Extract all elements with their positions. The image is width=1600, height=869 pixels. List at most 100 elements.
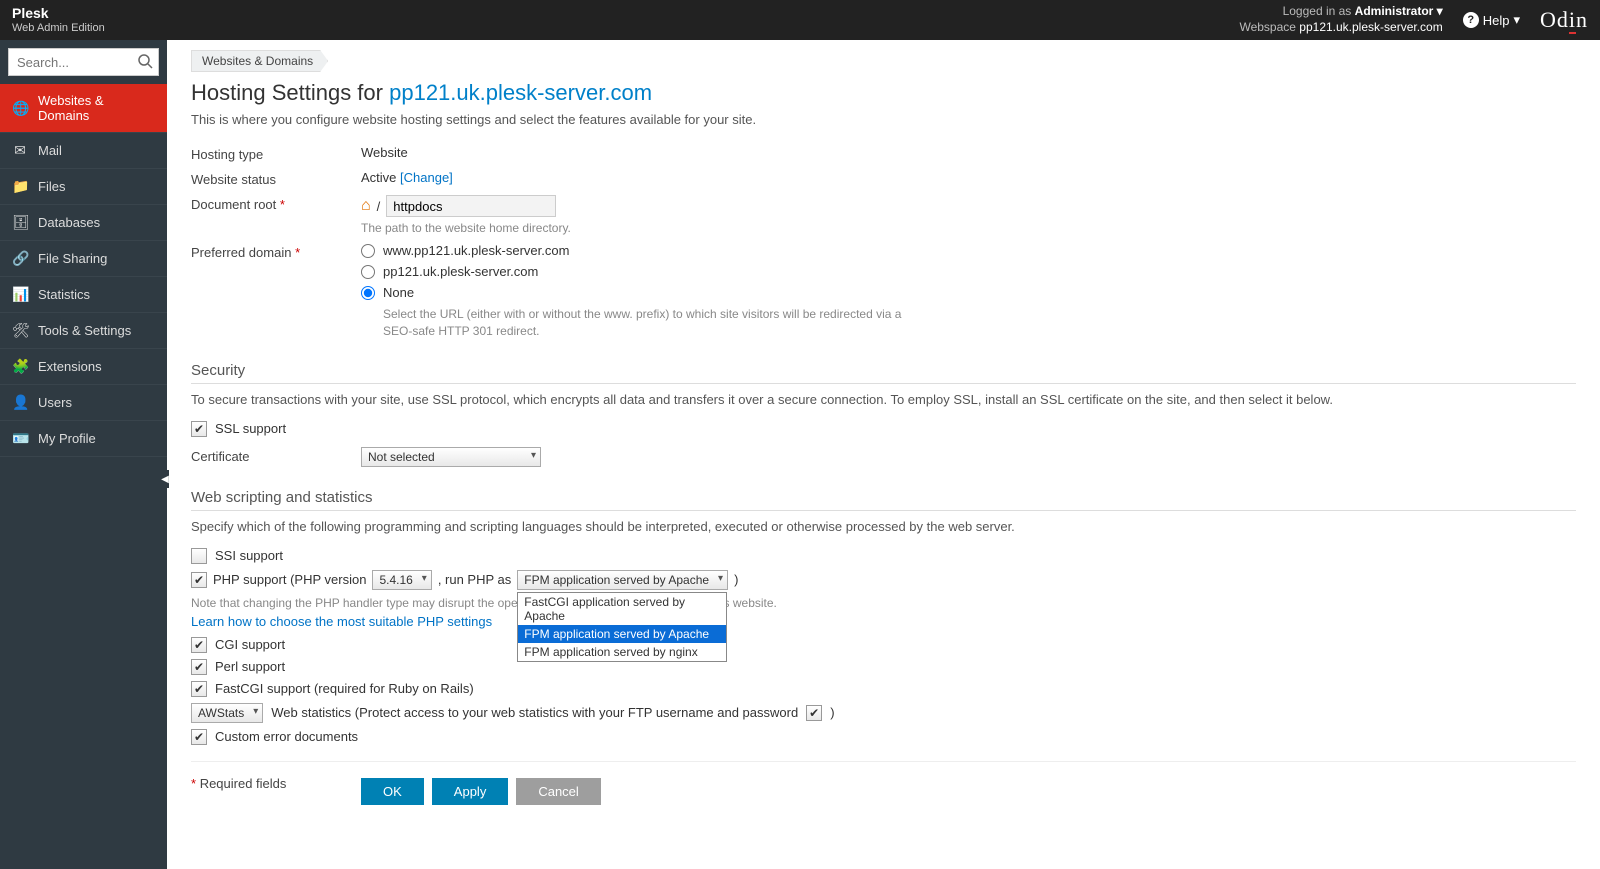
nav-label: Statistics <box>38 287 90 302</box>
nav-label: Websites & Domains <box>38 93 155 123</box>
webspace-label: Webspace <box>1239 20 1295 34</box>
content: ◀ Websites & Domains Hosting Settings fo… <box>167 40 1600 869</box>
ssi-checkbox[interactable] <box>191 548 207 564</box>
preferred-none-radio[interactable] <box>361 286 375 300</box>
preferred-www-radio[interactable] <box>361 244 375 258</box>
fastcgi-label: FastCGI support (required for Ruby on Ra… <box>215 681 474 696</box>
cert-label: Certificate <box>191 447 361 464</box>
sidebar-item-files[interactable]: 📁 Files <box>0 169 167 205</box>
ssl-checkbox[interactable]: ✔ <box>191 421 207 437</box>
docroot-prefix: / <box>377 199 381 214</box>
php-handler-option-fpm-nginx[interactable]: FPM application served by nginx <box>518 643 726 661</box>
php-checkbox[interactable]: ✔ <box>191 572 207 588</box>
sidebar-collapse[interactable]: ◀ <box>161 470 169 488</box>
sidebar-item-file-sharing[interactable]: 🔗 File Sharing <box>0 241 167 277</box>
hosting-type-label: Hosting type <box>191 145 361 162</box>
help-link[interactable]: ? Help ▾ <box>1463 12 1520 28</box>
odin-logo: Odin <box>1540 7 1588 33</box>
page-title: Hosting Settings for pp121.uk.plesk-serv… <box>191 80 1576 106</box>
brand-block: Plesk Web Admin Edition <box>12 6 105 33</box>
nav-label: Tools & Settings <box>38 323 131 338</box>
stats-protect-checkbox[interactable]: ✔ <box>806 705 822 721</box>
fastcgi-checkbox[interactable]: ✔ <box>191 681 207 697</box>
custom-err-checkbox[interactable]: ✔ <box>191 729 207 745</box>
sidebar-item-websites-domains[interactable]: 🌐 Websites & Domains <box>0 84 167 133</box>
nav-label: Files <box>38 179 65 194</box>
stats-select[interactable]: AWStats <box>191 703 263 723</box>
nav-icon: 🔗 <box>12 250 28 267</box>
docroot-hint: The path to the website home directory. <box>361 221 1576 235</box>
breadcrumb[interactable]: Websites & Domains <box>191 50 328 72</box>
sidebar-item-mail[interactable]: ✉ Mail <box>0 133 167 169</box>
search-icon[interactable] <box>137 53 153 72</box>
perl-label: Perl support <box>215 659 285 674</box>
stats-label: Web statistics (Protect access to your w… <box>271 705 798 720</box>
preferred-domain-label: Preferred domain <box>191 245 291 260</box>
sidebar-item-statistics[interactable]: 📊 Statistics <box>0 277 167 313</box>
php-label-mid: , run PHP as <box>438 572 511 587</box>
php-handler-select[interactable]: FPM application served by Apache <box>517 570 728 590</box>
cgi-checkbox[interactable]: ✔ <box>191 637 207 653</box>
sidebar-item-databases[interactable]: 🗄 Databases <box>0 205 167 241</box>
docroot-input[interactable] <box>386 195 556 217</box>
sidebar: 🌐 Websites & Domains ✉ Mail 📁 Files 🗄 Databases… <box>0 40 167 869</box>
ssi-label: SSI support <box>215 548 283 563</box>
php-handler-option-fpm-apache[interactable]: FPM application served by Apache <box>518 625 726 643</box>
website-status-value: Active <box>361 170 396 185</box>
domain-link[interactable]: pp121.uk.plesk-server.com <box>389 80 652 105</box>
nav-icon: 🌐 <box>12 100 28 117</box>
nav-icon: 🪪 <box>12 430 28 447</box>
nav-icon: 📁 <box>12 178 28 195</box>
security-desc: To secure transactions with your site, u… <box>191 392 1576 407</box>
preferred-www-label: www.pp121.uk.plesk-server.com <box>383 243 569 258</box>
preferred-hint: Select the URL (either with or without t… <box>361 306 921 340</box>
sidebar-item-extensions[interactable]: 🧩Extensions <box>0 349 167 385</box>
php-handler-option-fastcgi[interactable]: FastCGI application served by Apache <box>518 593 726 625</box>
brand-name: Plesk <box>12 6 105 21</box>
ssl-label: SSL support <box>215 421 286 436</box>
cancel-button[interactable]: Cancel <box>516 778 600 805</box>
scripting-heading: Web scripting and statistics <box>191 489 1576 511</box>
preferred-plain-radio[interactable] <box>361 265 375 279</box>
scripting-desc: Specify which of the following programmi… <box>191 519 1576 534</box>
admin-link[interactable]: Administrator ▾ <box>1355 4 1443 18</box>
login-block: Logged in as Administrator ▾ Webspace pp… <box>1239 4 1442 35</box>
docroot-label: Document root <box>191 197 276 212</box>
nav-icon: ✉ <box>12 142 28 159</box>
perl-checkbox[interactable]: ✔ <box>191 659 207 675</box>
preferred-plain-label: pp121.uk.plesk-server.com <box>383 264 538 279</box>
php-handler-dropdown: FastCGI application served by Apache FPM… <box>517 592 727 662</box>
nav-label: File Sharing <box>38 251 107 266</box>
nav-label: My Profile <box>38 431 96 446</box>
required-label: Required fields <box>200 776 287 791</box>
custom-err-label: Custom error documents <box>215 729 358 744</box>
php-version-select[interactable]: 5.4.16 <box>372 570 431 590</box>
cgi-label: CGI support <box>215 637 285 652</box>
cert-select[interactable]: Not selected <box>361 447 541 467</box>
nav-icon: 🛠 <box>12 322 28 339</box>
security-heading: Security <box>191 362 1576 384</box>
website-status-label: Website status <box>191 170 361 187</box>
nav-icon: 👤 <box>12 394 28 411</box>
topbar: Plesk Web Admin Edition Logged in as Adm… <box>0 0 1600 40</box>
nav-label: Databases <box>38 215 100 230</box>
hosting-type-value: Website <box>361 145 1576 160</box>
logged-in-label: Logged in as <box>1283 4 1352 18</box>
php-label-pre: PHP support (PHP version <box>213 572 366 587</box>
nav-icon: 🗄 <box>12 214 28 231</box>
sidebar-item-my-profile[interactable]: 🪪 My Profile <box>0 421 167 457</box>
apply-button[interactable]: Apply <box>432 778 509 805</box>
ok-button[interactable]: OK <box>361 778 424 805</box>
webspace-value: pp121.uk.plesk-server.com <box>1299 20 1442 34</box>
sidebar-item-tools-settings[interactable]: 🛠 Tools & Settings <box>0 313 167 349</box>
help-icon: ? <box>1463 12 1479 28</box>
preferred-none-label: None <box>383 285 414 300</box>
sidebar-item-users[interactable]: 👤 Users <box>0 385 167 421</box>
nav-icon: 📊 <box>12 286 28 303</box>
nav-label: Users <box>38 395 72 410</box>
brand-edition: Web Admin Edition <box>12 22 105 34</box>
home-icon: ⌂ <box>361 197 371 215</box>
status-change-link[interactable]: [Change] <box>400 170 453 185</box>
php-learn-link[interactable]: Learn how to choose the most suitable PH… <box>191 614 1576 629</box>
nav-label: Mail <box>38 143 62 158</box>
